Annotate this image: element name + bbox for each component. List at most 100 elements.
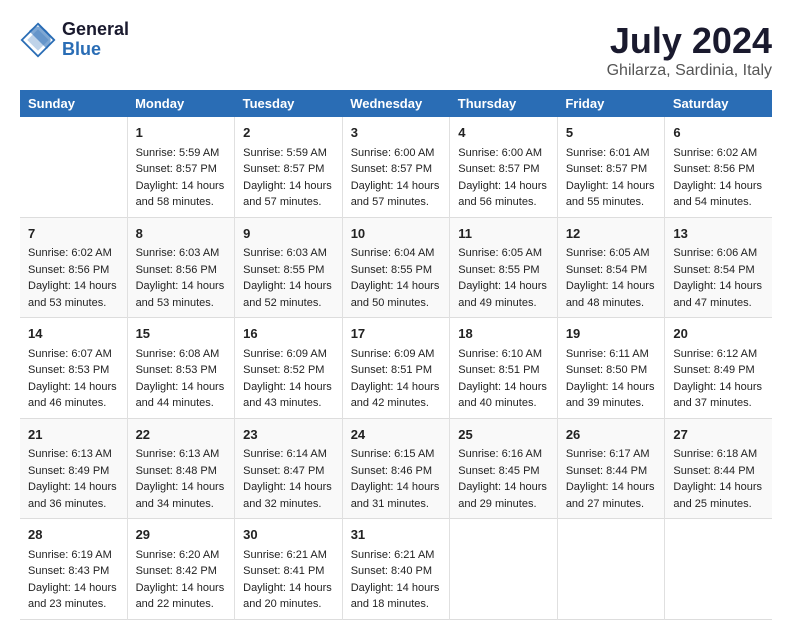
day-info-line: Sunset: 8:57 PM — [243, 161, 334, 178]
day-cell: 22Sunrise: 6:13 AMSunset: 8:48 PMDayligh… — [127, 418, 235, 519]
day-info-line: and 29 minutes. — [458, 496, 549, 513]
day-info-line: and 27 minutes. — [566, 496, 657, 513]
day-cell: 29Sunrise: 6:20 AMSunset: 8:42 PMDayligh… — [127, 519, 235, 620]
day-info-line: Daylight: 14 hours — [458, 278, 549, 295]
day-info-line: Sunset: 8:57 PM — [566, 161, 657, 178]
day-info-line: Sunrise: 6:01 AM — [566, 145, 657, 162]
day-info-line: Daylight: 14 hours — [458, 379, 549, 396]
day-info-line: Sunrise: 6:00 AM — [351, 145, 442, 162]
day-info-line: Daylight: 14 hours — [28, 580, 119, 597]
header-cell-tuesday: Tuesday — [235, 90, 343, 117]
day-info-line: Sunrise: 6:20 AM — [136, 547, 227, 564]
header-cell-monday: Monday — [127, 90, 235, 117]
day-number: 2 — [243, 123, 334, 143]
day-cell: 9Sunrise: 6:03 AMSunset: 8:55 PMDaylight… — [235, 217, 343, 318]
day-info-line: Daylight: 14 hours — [566, 479, 657, 496]
day-info-line: and 52 minutes. — [243, 295, 334, 312]
day-info-line: Daylight: 14 hours — [673, 479, 764, 496]
day-info-line: Daylight: 14 hours — [566, 379, 657, 396]
day-info-line: and 20 minutes. — [243, 596, 334, 613]
day-info-line: Daylight: 14 hours — [136, 278, 227, 295]
day-info-line: Sunrise: 6:08 AM — [136, 346, 227, 363]
title-area: July 2024 Ghilarza, Sardinia, Italy — [607, 20, 772, 80]
day-info-line: Sunrise: 6:04 AM — [351, 245, 442, 262]
day-number: 10 — [351, 224, 442, 244]
day-info-line: Daylight: 14 hours — [28, 479, 119, 496]
day-info-line: Daylight: 14 hours — [243, 379, 334, 396]
day-number: 18 — [458, 324, 549, 344]
day-info-line: and 48 minutes. — [566, 295, 657, 312]
day-number: 11 — [458, 224, 549, 244]
day-cell — [20, 117, 127, 217]
calendar-table: SundayMondayTuesdayWednesdayThursdayFrid… — [20, 90, 772, 620]
day-info-line: and 54 minutes. — [673, 194, 764, 211]
day-info-line: Sunset: 8:48 PM — [136, 463, 227, 480]
week-row-3: 14Sunrise: 6:07 AMSunset: 8:53 PMDayligh… — [20, 318, 772, 419]
day-info-line: Daylight: 14 hours — [351, 178, 442, 195]
day-cell: 21Sunrise: 6:13 AMSunset: 8:49 PMDayligh… — [20, 418, 127, 519]
day-info-line: Sunset: 8:43 PM — [28, 563, 119, 580]
day-cell: 26Sunrise: 6:17 AMSunset: 8:44 PMDayligh… — [557, 418, 665, 519]
day-info-line: Sunset: 8:46 PM — [351, 463, 442, 480]
day-info-line: Sunrise: 6:09 AM — [351, 346, 442, 363]
day-info-line: Sunrise: 6:07 AM — [28, 346, 119, 363]
day-cell: 18Sunrise: 6:10 AMSunset: 8:51 PMDayligh… — [450, 318, 558, 419]
day-number: 29 — [136, 525, 227, 545]
day-info-line: Sunrise: 6:12 AM — [673, 346, 764, 363]
calendar-body: 1Sunrise: 5:59 AMSunset: 8:57 PMDaylight… — [20, 117, 772, 619]
day-number: 6 — [673, 123, 764, 143]
day-number: 16 — [243, 324, 334, 344]
day-number: 9 — [243, 224, 334, 244]
day-number: 24 — [351, 425, 442, 445]
day-info-line: Sunset: 8:44 PM — [673, 463, 764, 480]
day-info-line: Sunset: 8:45 PM — [458, 463, 549, 480]
day-info-line: and 49 minutes. — [458, 295, 549, 312]
day-info-line: Sunset: 8:55 PM — [458, 262, 549, 279]
day-cell: 14Sunrise: 6:07 AMSunset: 8:53 PMDayligh… — [20, 318, 127, 419]
day-info-line: and 44 minutes. — [136, 395, 227, 412]
day-info-line: Sunset: 8:54 PM — [566, 262, 657, 279]
day-cell: 12Sunrise: 6:05 AMSunset: 8:54 PMDayligh… — [557, 217, 665, 318]
day-info-line: Sunset: 8:42 PM — [136, 563, 227, 580]
day-info-line: and 43 minutes. — [243, 395, 334, 412]
day-cell: 7Sunrise: 6:02 AMSunset: 8:56 PMDaylight… — [20, 217, 127, 318]
day-number: 21 — [28, 425, 119, 445]
day-info-line: Sunrise: 6:02 AM — [673, 145, 764, 162]
day-info-line: Sunrise: 6:05 AM — [458, 245, 549, 262]
week-row-4: 21Sunrise: 6:13 AMSunset: 8:49 PMDayligh… — [20, 418, 772, 519]
day-info-line: Daylight: 14 hours — [566, 278, 657, 295]
day-cell: 6Sunrise: 6:02 AMSunset: 8:56 PMDaylight… — [665, 117, 772, 217]
day-cell: 1Sunrise: 5:59 AMSunset: 8:57 PMDaylight… — [127, 117, 235, 217]
day-number: 22 — [136, 425, 227, 445]
day-info-line: Sunrise: 6:17 AM — [566, 446, 657, 463]
day-info-line: Sunset: 8:57 PM — [351, 161, 442, 178]
day-info-line: Sunset: 8:56 PM — [136, 262, 227, 279]
day-number: 25 — [458, 425, 549, 445]
day-number: 15 — [136, 324, 227, 344]
day-info-line: Daylight: 14 hours — [351, 580, 442, 597]
day-cell: 3Sunrise: 6:00 AMSunset: 8:57 PMDaylight… — [342, 117, 450, 217]
day-number: 26 — [566, 425, 657, 445]
logo-general: General — [62, 20, 129, 40]
day-info-line: Sunset: 8:53 PM — [136, 362, 227, 379]
day-number: 20 — [673, 324, 764, 344]
day-info-line: and 37 minutes. — [673, 395, 764, 412]
day-cell: 19Sunrise: 6:11 AMSunset: 8:50 PMDayligh… — [557, 318, 665, 419]
page-header: General Blue July 2024 Ghilarza, Sardini… — [20, 20, 772, 80]
week-row-2: 7Sunrise: 6:02 AMSunset: 8:56 PMDaylight… — [20, 217, 772, 318]
header-cell-saturday: Saturday — [665, 90, 772, 117]
day-info-line: Sunrise: 6:13 AM — [136, 446, 227, 463]
day-info-line: Daylight: 14 hours — [351, 379, 442, 396]
day-info-line: Sunrise: 6:00 AM — [458, 145, 549, 162]
day-cell — [665, 519, 772, 620]
day-info-line: Daylight: 14 hours — [351, 278, 442, 295]
day-info-line: Sunrise: 6:09 AM — [243, 346, 334, 363]
day-info-line: Daylight: 14 hours — [136, 379, 227, 396]
day-cell: 24Sunrise: 6:15 AMSunset: 8:46 PMDayligh… — [342, 418, 450, 519]
day-number: 4 — [458, 123, 549, 143]
day-info-line: Sunrise: 6:02 AM — [28, 245, 119, 262]
day-info-line: Sunset: 8:51 PM — [458, 362, 549, 379]
day-info-line: and 23 minutes. — [28, 596, 119, 613]
day-cell: 28Sunrise: 6:19 AMSunset: 8:43 PMDayligh… — [20, 519, 127, 620]
day-info-line: Sunrise: 6:18 AM — [673, 446, 764, 463]
